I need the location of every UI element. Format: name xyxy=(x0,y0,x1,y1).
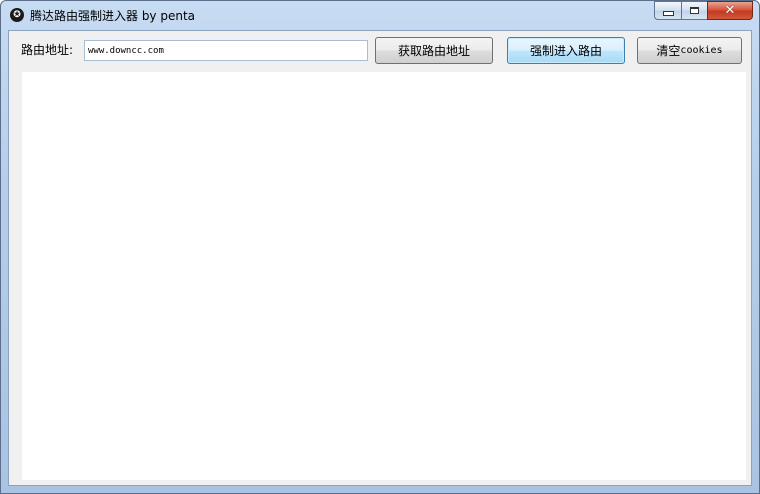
maximize-icon xyxy=(690,7,699,14)
maximize-button[interactable] xyxy=(681,1,707,20)
minimize-icon xyxy=(662,11,674,16)
minimize-button[interactable] xyxy=(654,1,681,20)
window-title: 腾达路由强制进入器 by penta xyxy=(30,9,196,23)
clear-cookies-button[interactable]: 清空 cookies xyxy=(637,37,742,64)
app-window: ✪ 腾达路由强制进入器 by penta ✕ 路由地址: 获取路由地址 强制进入… xyxy=(0,0,760,494)
app-star-icon[interactable]: ✪ xyxy=(10,8,24,22)
clear-button-suffix: cookies xyxy=(680,45,723,56)
address-input[interactable] xyxy=(84,40,368,61)
force-enter-button[interactable]: 强制进入路由 xyxy=(507,37,625,64)
caption-buttons: ✕ xyxy=(654,1,753,21)
title-bar[interactable]: ✪ 腾达路由强制进入器 by penta ✕ xyxy=(1,1,759,29)
fetch-address-button[interactable]: 获取路由地址 xyxy=(375,37,493,64)
close-icon: ✕ xyxy=(724,3,736,18)
address-label: 路由地址: xyxy=(21,43,74,57)
clear-button-prefix: 清空 xyxy=(656,44,681,58)
client-area: 路由地址: 获取路由地址 强制进入路由 清空cookies xyxy=(8,30,752,486)
output-area[interactable] xyxy=(21,71,747,481)
close-button[interactable]: ✕ xyxy=(707,1,753,20)
